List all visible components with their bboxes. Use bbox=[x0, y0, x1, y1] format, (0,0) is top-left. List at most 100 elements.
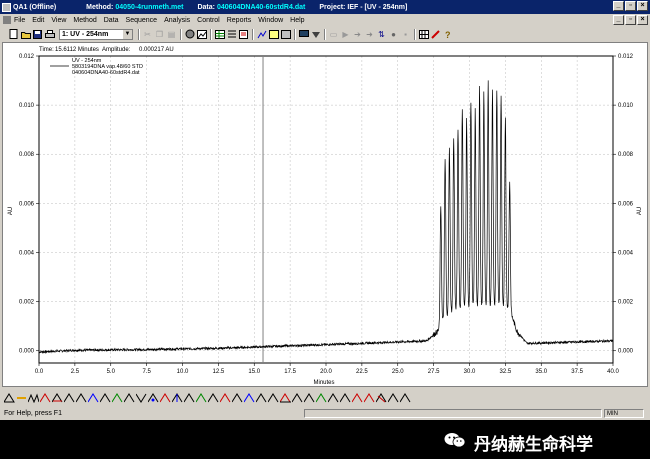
horizontal-baseline-icon[interactable] bbox=[280, 392, 291, 403]
grid-icon[interactable] bbox=[418, 29, 429, 40]
method-icon[interactable] bbox=[280, 29, 291, 40]
reset-icon[interactable] bbox=[196, 392, 207, 403]
y-axis-label-left: AU bbox=[8, 207, 14, 215]
valley-icon[interactable] bbox=[28, 392, 39, 403]
tangent-skim-icon[interactable] bbox=[316, 392, 327, 403]
y-tick-label-left: 0.000 bbox=[19, 349, 35, 355]
max-area-icon[interactable] bbox=[232, 392, 243, 403]
minimize-button[interactable]: _ bbox=[613, 1, 624, 11]
peak-name-icon[interactable] bbox=[364, 392, 375, 403]
y-tick-label-left: 0.012 bbox=[19, 54, 35, 60]
print-icon[interactable] bbox=[44, 29, 55, 40]
drop-line-icon[interactable] bbox=[172, 392, 183, 403]
help-icon[interactable]: ? bbox=[442, 29, 453, 40]
app-title: QA1 (Offline) bbox=[13, 3, 57, 11]
forward-icon[interactable]: ➔ bbox=[352, 29, 363, 40]
instrument-icon[interactable] bbox=[184, 29, 195, 40]
menu-control[interactable]: Control bbox=[197, 17, 220, 24]
menu-view[interactable]: View bbox=[51, 17, 66, 24]
chart-icon[interactable] bbox=[256, 29, 267, 40]
monitor-icon[interactable] bbox=[298, 29, 309, 40]
forward-baseline-icon[interactable] bbox=[304, 392, 315, 403]
menu-window[interactable]: Window bbox=[258, 17, 283, 24]
menu-method[interactable]: Method bbox=[73, 17, 96, 24]
cursor-time-value: 15.6112 Minutes bbox=[55, 47, 99, 53]
y-tick-label-left: 0.004 bbox=[19, 250, 35, 256]
baseline-icon[interactable] bbox=[16, 392, 27, 403]
backward-baseline-icon[interactable] bbox=[292, 392, 303, 403]
copy-icon[interactable]: ❐ bbox=[154, 29, 165, 40]
slope-icon[interactable] bbox=[268, 392, 279, 403]
menu-file[interactable]: File bbox=[14, 17, 25, 24]
menu-help[interactable]: Help bbox=[290, 17, 304, 24]
y-tick-label-right: 0.004 bbox=[618, 250, 634, 256]
clear-events-icon[interactable] bbox=[208, 392, 219, 403]
doc-close-button[interactable]: × bbox=[637, 15, 648, 25]
min-area-icon[interactable] bbox=[220, 392, 231, 403]
channel-select[interactable]: 1: UV - 254nm ▼ bbox=[59, 28, 133, 40]
manual-baseline-icon[interactable] bbox=[148, 392, 159, 403]
force-peak-icon[interactable] bbox=[160, 392, 171, 403]
chevron-down-icon[interactable]: ▼ bbox=[123, 29, 132, 39]
stop-icon[interactable]: ● bbox=[388, 29, 399, 40]
run-icon[interactable]: ▶ bbox=[340, 29, 351, 40]
menu-reports[interactable]: Reports bbox=[227, 17, 252, 24]
maximize-button[interactable]: ▫ bbox=[625, 1, 636, 11]
doc-minimize-button[interactable]: _ bbox=[613, 15, 624, 25]
shoulder-icon[interactable] bbox=[112, 392, 123, 403]
integrate-on-icon[interactable] bbox=[340, 392, 351, 403]
peak-width-icon[interactable] bbox=[88, 392, 99, 403]
x-tick-label: 27.5 bbox=[428, 369, 440, 375]
menu-data[interactable]: Data bbox=[104, 17, 119, 24]
peak-add-icon[interactable] bbox=[64, 392, 75, 403]
title-window-buttons: _ ▫ × bbox=[613, 1, 648, 11]
chromatogram-pane[interactable]: Time: 15.6112 Minutes Amplitude: 0.00021… bbox=[2, 42, 648, 387]
table-icon[interactable] bbox=[214, 29, 225, 40]
menu-sequence[interactable]: Sequence bbox=[126, 17, 158, 24]
x-tick-label: 32.5 bbox=[500, 369, 512, 375]
peak-table-icon[interactable] bbox=[400, 392, 411, 403]
sort-icon[interactable]: ⇅ bbox=[376, 29, 387, 40]
overlay-icon[interactable] bbox=[268, 29, 279, 40]
sequence-icon[interactable]: ▭ bbox=[328, 29, 339, 40]
negative-peak-icon[interactable] bbox=[136, 392, 147, 403]
tangent-icon[interactable] bbox=[52, 392, 63, 403]
x-tick-label: 15.0 bbox=[248, 369, 260, 375]
integrate-off-icon[interactable] bbox=[328, 392, 339, 403]
x-tick-label: 25.0 bbox=[392, 369, 404, 375]
menu-analysis[interactable]: Analysis bbox=[164, 17, 190, 24]
exponential-skim-icon[interactable] bbox=[184, 392, 195, 403]
toolbar-separator bbox=[294, 28, 296, 40]
auto-integrate-icon[interactable] bbox=[388, 392, 399, 403]
document-icon[interactable] bbox=[3, 16, 11, 24]
cut-icon[interactable]: ✂ bbox=[142, 29, 153, 40]
open-folder-icon[interactable] bbox=[20, 29, 31, 40]
noise-icon[interactable] bbox=[256, 392, 267, 403]
menu-edit[interactable]: Edit bbox=[32, 17, 44, 24]
new-file-icon[interactable] bbox=[8, 29, 19, 40]
pause-icon[interactable]: ▪ bbox=[400, 29, 411, 40]
skim-icon[interactable] bbox=[124, 392, 135, 403]
reintegrate-icon[interactable] bbox=[352, 392, 363, 403]
toolbar-separator bbox=[138, 28, 140, 40]
peak-delete-icon[interactable] bbox=[76, 392, 87, 403]
list-icon[interactable] bbox=[226, 29, 237, 40]
skip-icon[interactable]: ➜ bbox=[364, 29, 375, 40]
paste-icon[interactable]: ▤ bbox=[166, 29, 177, 40]
project-value: IEF - [UV - 254nm] bbox=[347, 3, 408, 11]
calibrate-icon[interactable] bbox=[376, 392, 387, 403]
save-icon[interactable] bbox=[32, 29, 43, 40]
app-icon[interactable] bbox=[2, 2, 11, 12]
peak-integrate-icon[interactable] bbox=[4, 392, 15, 403]
download-icon[interactable] bbox=[310, 29, 321, 40]
tools-icon[interactable] bbox=[430, 29, 441, 40]
chromatogram-chart[interactable]: Time: 15.6112 Minutes Amplitude: 0.00021… bbox=[3, 43, 647, 386]
x-axis-label: Minutes bbox=[313, 380, 334, 386]
close-button[interactable]: × bbox=[637, 1, 648, 11]
threshold-icon[interactable] bbox=[100, 392, 111, 403]
report-icon[interactable] bbox=[238, 29, 249, 40]
peak-split-icon[interactable] bbox=[40, 392, 51, 403]
doc-maximize-button[interactable]: ▫ bbox=[625, 15, 636, 25]
group-icon[interactable] bbox=[244, 392, 255, 403]
image-icon[interactable] bbox=[196, 29, 207, 40]
